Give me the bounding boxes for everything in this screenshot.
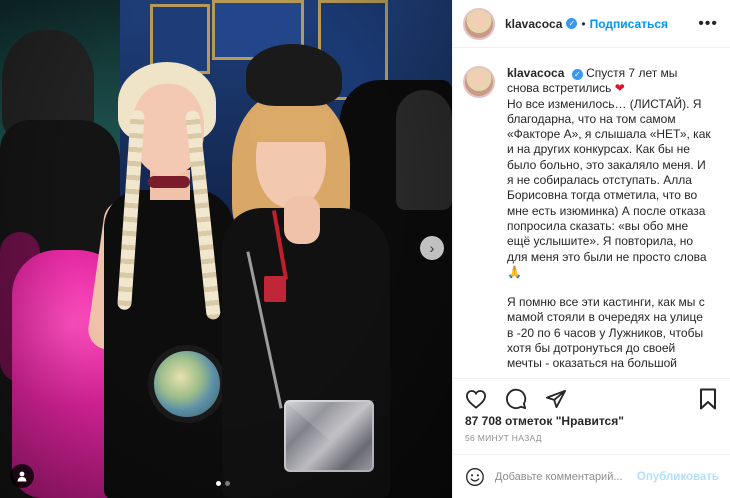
carousel-dot [225,481,230,486]
header-separator: • [581,16,586,31]
user-tag-icon [17,471,27,482]
red-heart-emoji: ❤ [614,81,625,96]
chevron-right-icon: › [429,240,435,256]
photo-vignette [0,0,452,498]
avatar[interactable] [463,7,495,40]
more-options-icon[interactable]: ••• [698,15,718,33]
post-timestamp[interactable]: 56 минут назад [465,433,542,443]
paper-plane-icon [546,389,566,408]
verified-badge-icon: ✓ [566,18,578,29]
post-comment-button[interactable]: Опубликовать [637,471,719,483]
verified-badge-icon: ✓ [571,69,583,80]
caption-avatar[interactable] [463,66,495,98]
user-tag-button[interactable] [10,464,34,488]
carousel-indicator [216,481,230,486]
caption-text: klavacoca ✓ Спустя 7 лет мы снова встрет… [507,66,711,372]
post-side-panel: klavacoca ✓ • Подписаться ••• klavacoca … [452,0,730,498]
caption-paragraph: klavacoca ✓ Спустя 7 лет мы снова встрет… [507,66,711,280]
share-button[interactable] [543,386,569,412]
likes-count[interactable]: 87 708 отметок "Нравится" [465,414,624,428]
caption-row: klavacoca ✓ Спустя 7 лет мы снова встрет… [463,66,711,372]
action-bar [453,378,730,418]
caption-username[interactable]: klavacoca [507,66,564,80]
caption-scroll-area[interactable]: klavacoca ✓ Спустя 7 лет мы снова встрет… [453,66,730,372]
caption-body: Но все изменилось… (ЛИСТАЙ). Я благодарн… [507,96,711,279]
comment-input[interactable] [494,470,637,483]
post-photo[interactable]: › [0,0,452,498]
comment-icon [506,388,527,409]
carousel-next-button[interactable]: › [420,236,444,260]
caption-paragraph: Я помню все эти кастинги, как мы с мамой… [507,295,711,371]
caption-body-2: Я помню все эти кастинги, как мы с мамой… [507,295,705,371]
smiley-icon[interactable] [465,466,485,488]
comment-bar: Опубликовать [453,454,730,498]
bookmark-icon [700,388,716,409]
save-button[interactable] [695,386,721,412]
comment-button[interactable] [503,386,529,412]
heart-outline-icon [465,389,487,409]
follow-button[interactable]: Подписаться [590,17,668,31]
carousel-dot-active [216,481,221,486]
header-username[interactable]: klavacoca [505,17,562,31]
post-header: klavacoca ✓ • Подписаться ••• [453,0,730,48]
like-button[interactable] [463,386,489,412]
